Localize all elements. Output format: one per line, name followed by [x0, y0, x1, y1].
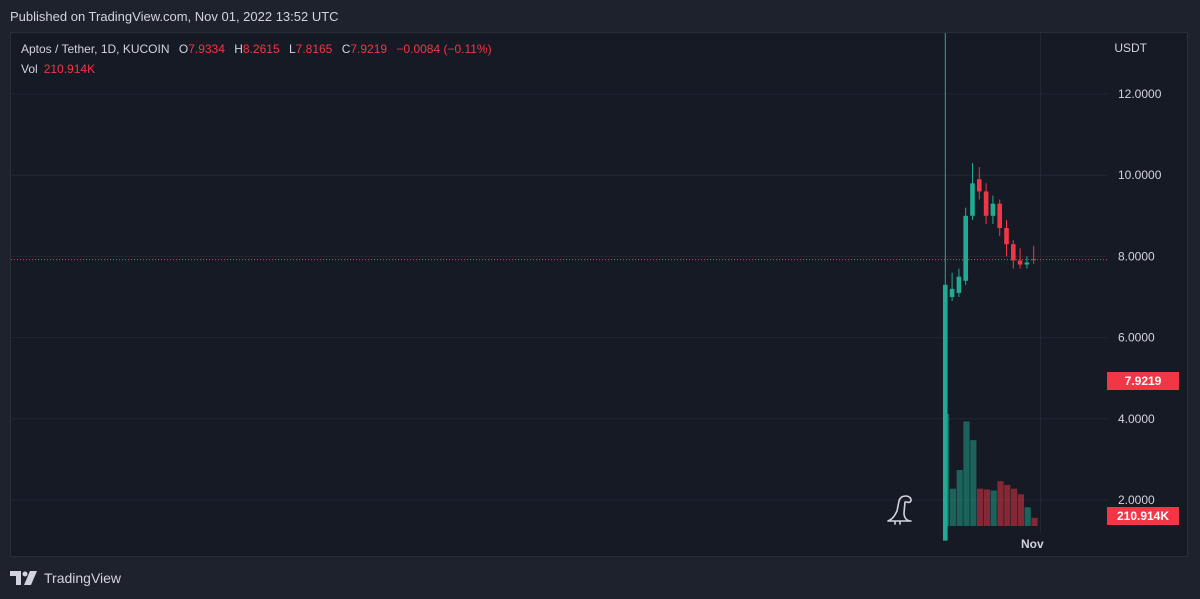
x-tick-label: Nov: [1021, 537, 1044, 551]
candle-body: [1004, 227, 1009, 245]
open-value: 7.9334: [188, 42, 225, 56]
volume-bar: [983, 489, 990, 526]
candle-body: [977, 179, 982, 192]
y-tick-label: 6.0000: [1118, 331, 1155, 345]
y-tick-label: 10.0000: [1118, 168, 1162, 182]
dinosaur-icon: [887, 495, 912, 525]
volume-bar: [949, 488, 956, 526]
candle-body: [983, 191, 989, 216]
candle-body: [963, 215, 968, 281]
change-value: −0.0084 (−0.11%): [396, 42, 492, 56]
candle-body: [1011, 244, 1016, 261]
low-label: L: [288, 42, 296, 56]
volume-bar: [1011, 488, 1018, 526]
high-label: H: [234, 42, 243, 56]
candle-body: [956, 276, 962, 293]
candle-body: [997, 203, 1002, 228]
tradingview-logo-icon: [10, 571, 37, 585]
symbol-legend: Aptos / Tether, 1D, KUCOIN O7.9334 H8.26…: [21, 42, 492, 56]
footer: TradingView: [10, 570, 121, 586]
volume-bar: [963, 421, 970, 526]
last-volume-badge: 210.914K: [1107, 507, 1179, 525]
y-tick-label: 2.0000: [1118, 493, 1155, 507]
open-label: O: [178, 42, 189, 56]
low-value: 7.8165: [295, 42, 333, 56]
currency-unit: USDT: [1114, 41, 1147, 55]
volume-bar: [970, 440, 977, 526]
candle-body: [970, 183, 975, 216]
volume-bar: [956, 470, 963, 526]
volume-bar: [997, 481, 1004, 526]
volume-bar: [990, 490, 997, 526]
candle-body: [1024, 262, 1030, 265]
candle-body: [1017, 260, 1023, 265]
candle-body: [990, 203, 996, 216]
y-tick-label: 12.0000: [1118, 87, 1162, 101]
y-tick-label: 8.0000: [1118, 249, 1155, 263]
candle-body: [949, 288, 955, 297]
last-price-badge: 7.9219: [1107, 372, 1179, 390]
tradingview-brand: TradingView: [44, 570, 122, 586]
close-value: 7.9219: [350, 42, 388, 56]
volume-bar: [1024, 507, 1031, 526]
volume-bar: [977, 488, 984, 526]
volume-bar: [1031, 517, 1038, 526]
candle-body: [1031, 259, 1036, 261]
volume-bar: [1004, 484, 1011, 526]
candle-body: [943, 284, 948, 541]
volume-bar: [1017, 494, 1024, 526]
price-chart[interactable]: 2.00004.00006.00008.000010.000012.000014…: [11, 33, 1187, 556]
volume-value: 210.914K: [43, 62, 96, 76]
volume-label: Vol: [21, 62, 38, 76]
volume-legend: Vol 210.914K: [21, 62, 95, 76]
chart-panel[interactable]: 2.00004.00006.00008.000010.000012.000014…: [10, 32, 1188, 557]
high-value: 8.2615: [242, 42, 280, 56]
y-tick-label: 4.0000: [1118, 412, 1155, 426]
published-caption: Published on TradingView.com, Nov 01, 20…: [10, 9, 339, 24]
symbol-title: Aptos / Tether, 1D, KUCOIN: [21, 42, 170, 56]
